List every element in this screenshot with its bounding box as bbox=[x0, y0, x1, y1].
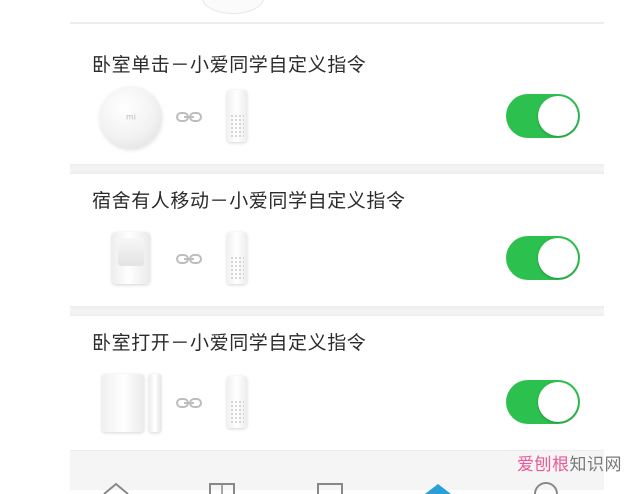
automation-title: 卧室打开－小爱同学自定义指令 bbox=[92, 332, 367, 354]
circle-icon[interactable] bbox=[531, 482, 561, 494]
left-gutter bbox=[0, 0, 70, 489]
square-icon[interactable] bbox=[315, 482, 345, 494]
door-sensor-body bbox=[102, 374, 144, 432]
speaker-icon bbox=[227, 232, 247, 284]
wireless-button-icon: mi bbox=[100, 86, 162, 148]
speaker-grille bbox=[230, 400, 244, 424]
link-icon bbox=[176, 398, 202, 408]
speaker-icon bbox=[227, 90, 247, 142]
link-icon bbox=[176, 112, 202, 122]
speaker-grille bbox=[230, 256, 244, 280]
watermark: 爱刨根知识网 bbox=[517, 450, 622, 475]
grid-icon[interactable] bbox=[207, 482, 237, 494]
watermark-part1: 爱刨根 bbox=[517, 455, 570, 475]
watermark-part2: 知识网 bbox=[569, 455, 622, 475]
previous-device-edge bbox=[202, 0, 264, 14]
automation-card-1[interactable]: 卧室单击－小爱同学自定义指令 mi bbox=[70, 24, 604, 164]
toggle-knob bbox=[538, 382, 578, 422]
previous-card-edge bbox=[70, 0, 604, 24]
sensor-lens bbox=[118, 238, 144, 266]
card-divider bbox=[70, 164, 604, 174]
automation-toggle[interactable] bbox=[506, 94, 580, 138]
automation-list-screen: 卧室单击－小爱同学自定义指令 mi 宿舍有人移动－小爱同学自定义指令 卧室打开－… bbox=[0, 0, 640, 494]
home-icon[interactable] bbox=[101, 482, 131, 494]
speaker-icon bbox=[227, 376, 247, 428]
door-sensor-icon bbox=[102, 374, 162, 432]
automation-card-3[interactable]: 卧室打开－小爱同学自定义指令 bbox=[70, 316, 604, 448]
automation-title: 宿舍有人移动－小爱同学自定义指令 bbox=[92, 190, 406, 212]
card-divider bbox=[70, 306, 604, 316]
automation-card-2[interactable]: 宿舍有人移动－小爱同学自定义指令 bbox=[70, 174, 604, 306]
toggle-knob bbox=[538, 238, 578, 278]
speaker-grille bbox=[230, 114, 244, 138]
door-sensor-magnet bbox=[149, 374, 161, 432]
automation-toggle[interactable] bbox=[506, 236, 580, 280]
toggle-knob bbox=[538, 96, 578, 136]
automation-title: 卧室单击－小爱同学自定义指令 bbox=[92, 54, 367, 76]
diamond-icon[interactable] bbox=[423, 482, 453, 494]
motion-sensor-icon bbox=[112, 232, 150, 284]
link-icon bbox=[176, 254, 202, 264]
right-gutter bbox=[604, 0, 640, 489]
automation-toggle[interactable] bbox=[506, 380, 580, 424]
